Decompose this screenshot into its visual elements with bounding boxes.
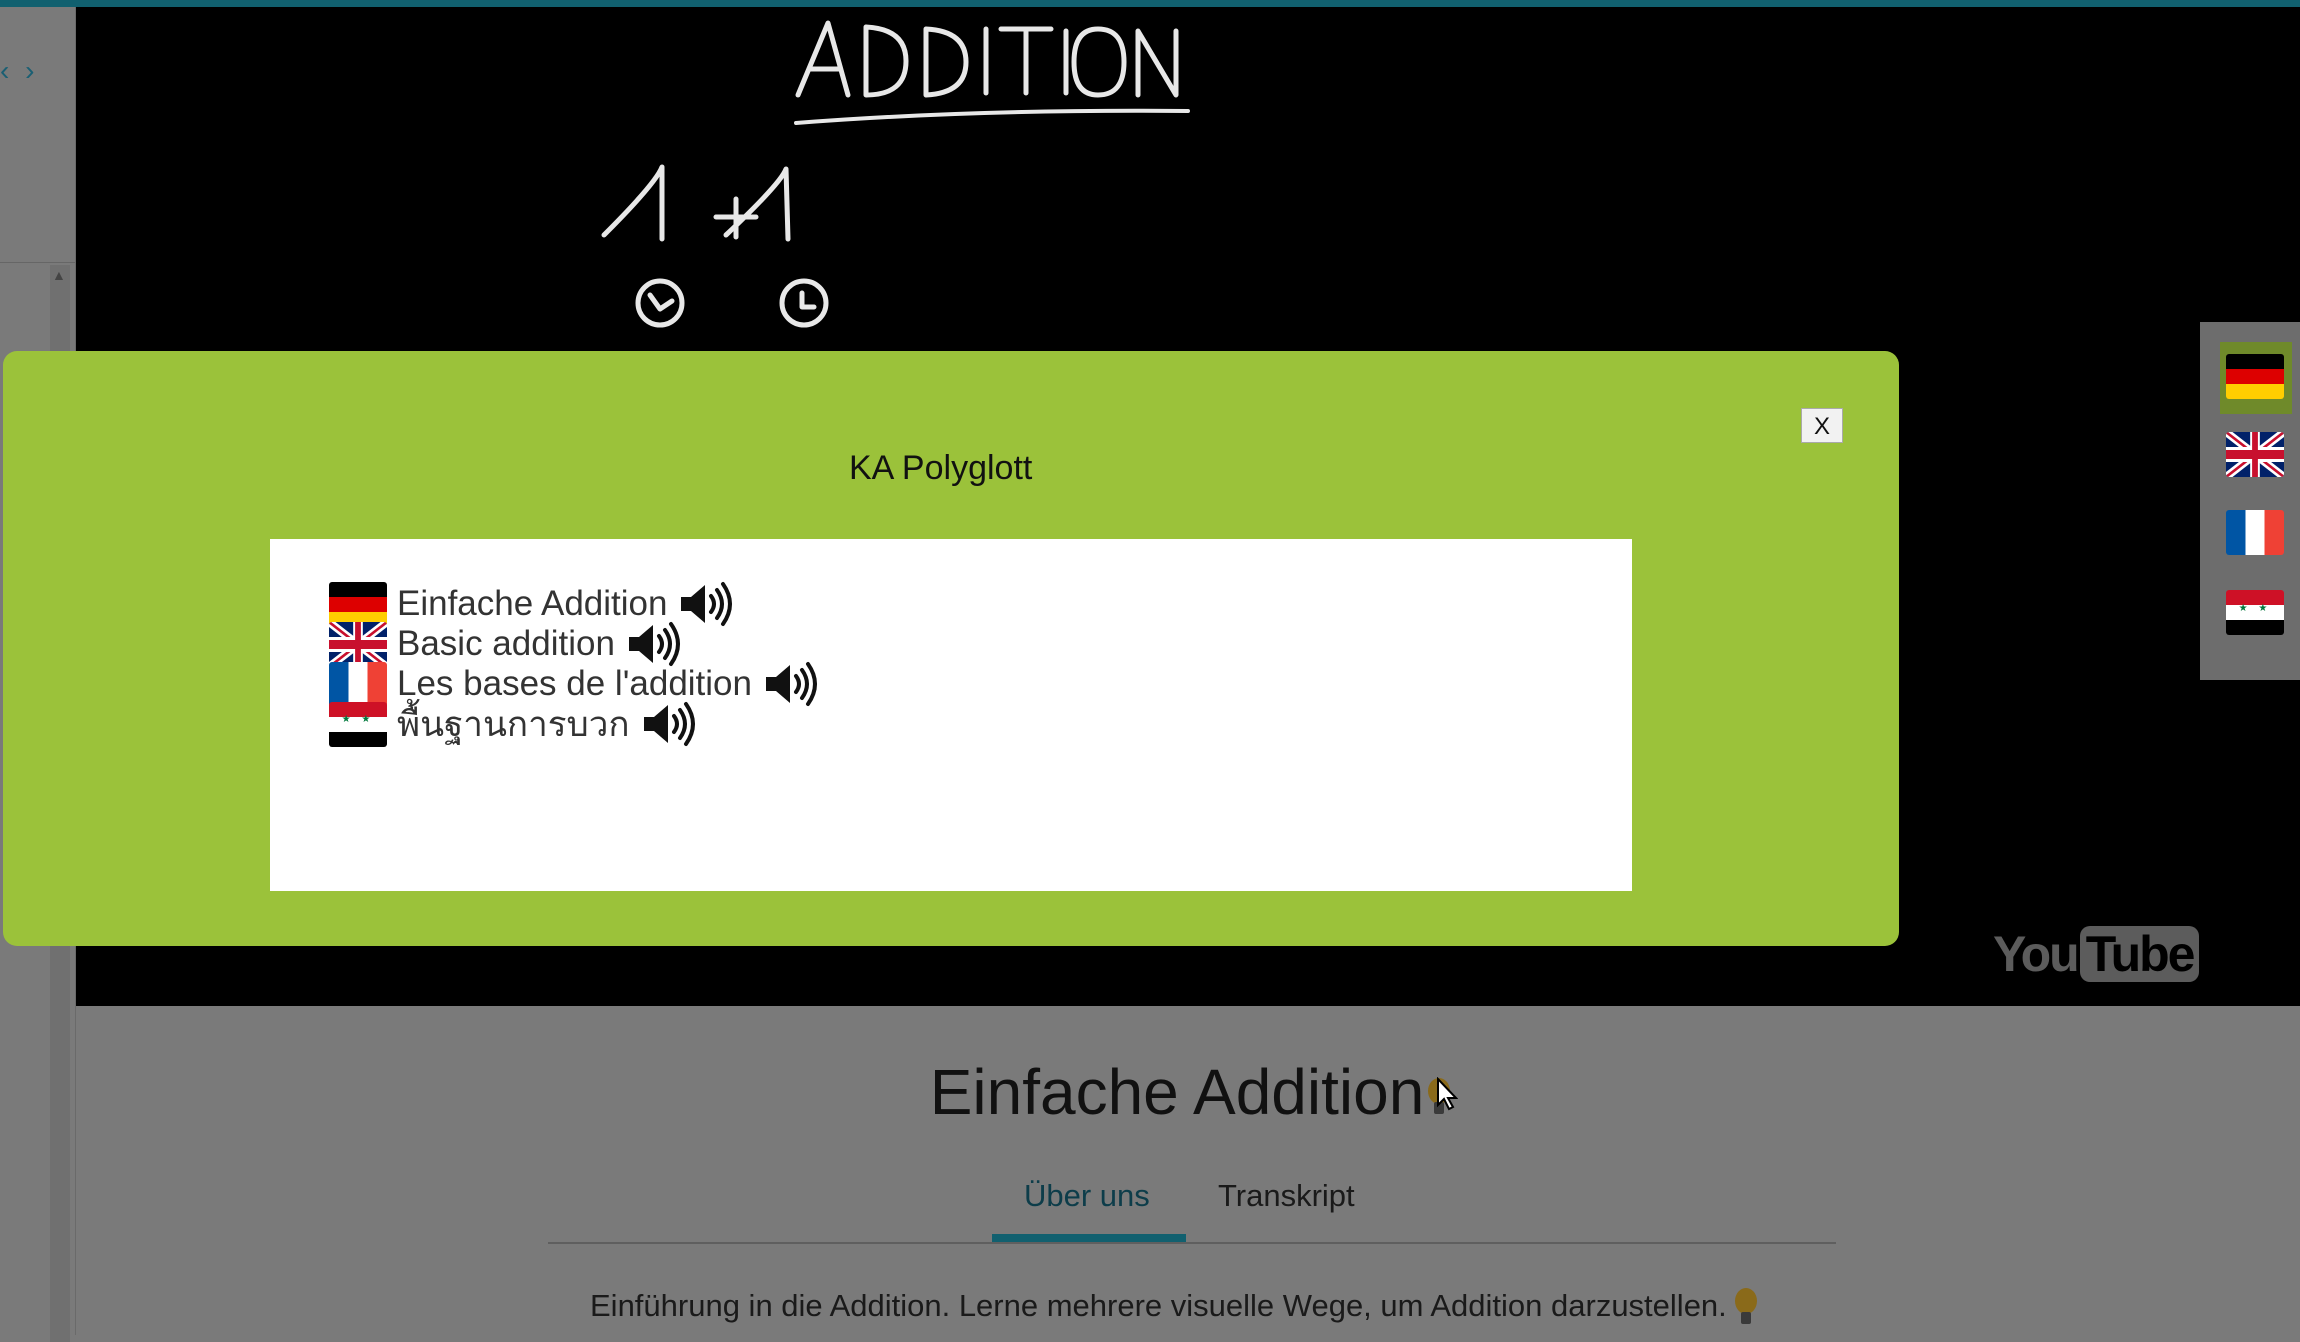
translation-text: Basic addition: [397, 624, 615, 663]
translation-text: Einfache Addition: [397, 584, 668, 623]
france-flag-icon: [2226, 510, 2284, 555]
tab-ueber-uns[interactable]: Über uns: [1024, 1178, 1150, 1214]
polyglott-modal: KA Polyglott X Einfache Addition Basic a…: [3, 351, 1899, 946]
language-option-german[interactable]: [2220, 342, 2292, 414]
translation-text: พื้นฐานการบวก: [397, 704, 630, 744]
syria-flag-icon: ★ ★: [2226, 590, 2284, 635]
youtube-logo-you: You: [1993, 926, 2080, 982]
page-title: Einfache Addition: [600, 1055, 1780, 1129]
speaker-icon[interactable]: [677, 580, 737, 628]
speaker-icon[interactable]: [762, 660, 822, 708]
translations-box: Einfache Addition Basic addition Les bas…: [270, 539, 1632, 891]
scroll-up-icon[interactable]: ▲: [52, 267, 66, 283]
top-accent-bar: [0, 0, 2300, 7]
speaker-icon[interactable]: [640, 700, 700, 748]
language-option-thai[interactable]: ★ ★: [2220, 578, 2292, 650]
youtube-logo-tube: Tube: [2079, 926, 2200, 982]
uk-flag-icon: [2226, 432, 2284, 477]
language-flag-panel: ★ ★: [2200, 322, 2300, 680]
mouse-cursor-icon: [1436, 1076, 1459, 1116]
panel-nav-arrows[interactable]: ‹ ›: [0, 55, 38, 87]
youtube-logo[interactable]: You Tube: [1993, 925, 2200, 983]
active-tab-indicator: [992, 1234, 1186, 1242]
lightbulb-icon[interactable]: [1734, 1288, 1757, 1326]
language-option-french[interactable]: [2220, 498, 2292, 570]
page-title-text: Einfache Addition: [929, 1056, 1425, 1128]
video-description: Einführung in die Addition. Lerne mehrer…: [590, 1288, 1757, 1326]
left-panel-divider: [0, 262, 75, 263]
tab-transkript[interactable]: Transkript: [1218, 1178, 1355, 1214]
language-option-english[interactable]: [2220, 420, 2292, 492]
close-button[interactable]: X: [1801, 408, 1843, 443]
modal-title-text: KA Polyglott: [849, 449, 1033, 487]
content-tabs: Über uns Transkript: [548, 1170, 1836, 1244]
syria-flag-icon: ★ ★: [329, 701, 387, 747]
germany-flag-icon: [2226, 354, 2284, 399]
modal-title: KA Polyglott: [3, 449, 1903, 488]
translation-row-thai: ★ ★ พื้นฐานการบวก: [329, 699, 700, 749]
description-text: Einführung in die Addition. Lerne mehrer…: [590, 1288, 1727, 1323]
